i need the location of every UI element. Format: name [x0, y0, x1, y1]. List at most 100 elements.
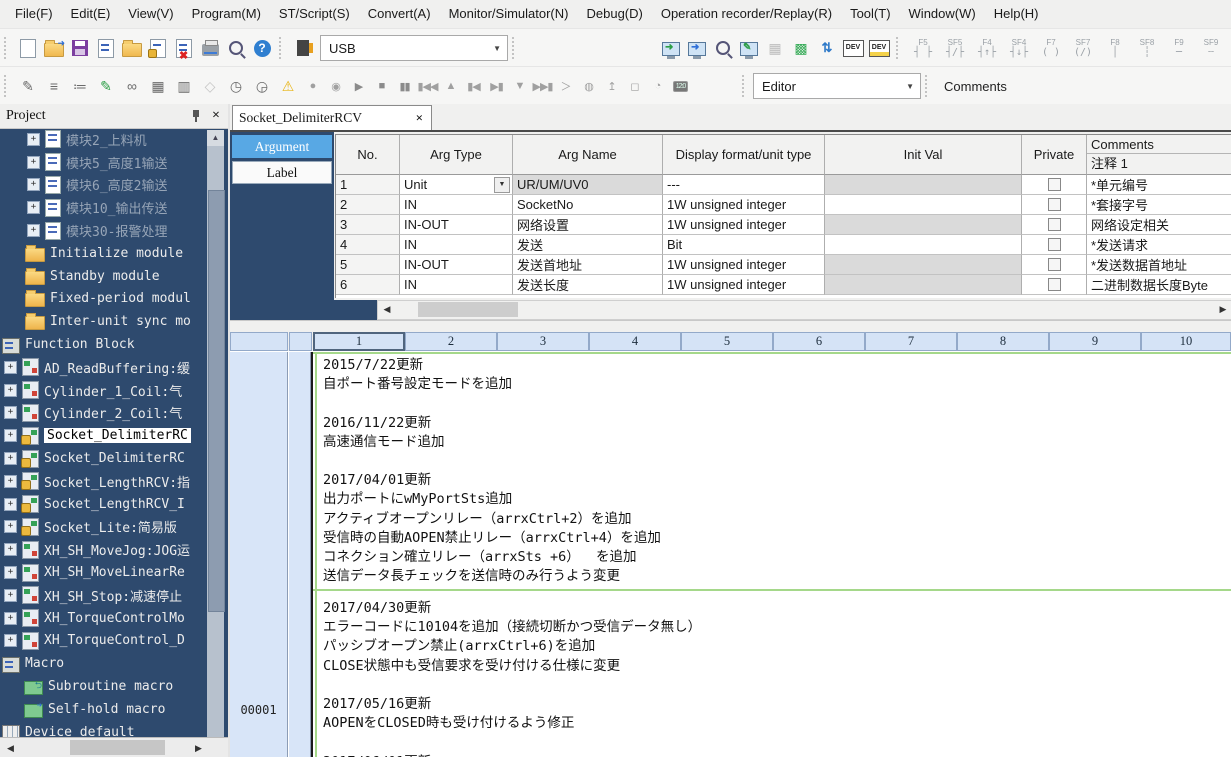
ruler-column-2[interactable]: 2	[405, 332, 497, 351]
arg-type-cell[interactable]: IN-OUT	[400, 215, 513, 235]
display-format-cell[interactable]: 1W unsigned integer	[663, 255, 825, 275]
arg-name-cell[interactable]: SocketNo	[513, 195, 663, 215]
record-button[interactable]: ●	[301, 74, 324, 98]
tree-item-cylinder-2-coil[interactable]: +Cylinder_2_Coil:气	[0, 402, 204, 425]
tree-item-inter-unit-sync-module[interactable]: Inter-unit sync mo	[0, 310, 204, 333]
scrollbar-thumb[interactable]	[418, 302, 518, 317]
expand-icon[interactable]: +	[4, 406, 17, 419]
scroll-right-icon[interactable]: ▶	[190, 740, 207, 756]
plc-connection-icon[interactable]	[291, 36, 315, 60]
chevron-down-icon[interactable]: ▼	[494, 177, 510, 193]
menu-file[interactable]: File(F)	[6, 0, 62, 28]
expand-icon[interactable]: +	[4, 498, 17, 511]
row-number-cell[interactable]: 6	[336, 275, 400, 295]
open-ladder-button[interactable]	[120, 36, 144, 60]
tree-item-xh-torquecontrolmo[interactable]: +XH_TorqueControlMo	[0, 607, 204, 630]
watch-document-button[interactable]: ◶	[250, 74, 274, 98]
tree-item-socket-lengthrcv[interactable]: +Socket_LengthRCV:指	[0, 470, 204, 493]
connection-destination-select[interactable]: USB▼	[320, 35, 508, 61]
expand-icon[interactable]: +	[4, 384, 17, 397]
comment-cell[interactable]: *发送数据首地址	[1087, 255, 1231, 275]
project-horizontal-scrollbar[interactable]: ◀ ▶	[0, 737, 228, 757]
delete-document-button[interactable]	[172, 36, 196, 60]
monitor-glasses-button[interactable]: ∞	[120, 74, 144, 98]
open-project-button[interactable]	[42, 36, 66, 60]
delete-horizontal-line-button[interactable]: SF9┄	[1196, 34, 1226, 62]
step-up-button[interactable]: ▲	[439, 74, 462, 98]
expand-icon[interactable]: +	[27, 224, 40, 237]
private-checkbox[interactable]	[1048, 238, 1061, 251]
arg-type-cell[interactable]: IN	[400, 275, 513, 295]
arg-name-cell[interactable]: UR/UM/UV0	[513, 175, 663, 195]
tab-socket-delimiterrcv[interactable]: Socket_DelimiterRCV ×	[232, 105, 432, 130]
ruler-column-3[interactable]: 3	[497, 332, 589, 351]
version-comment-block[interactable]: 2017/04/30更新 エラーコードに10104を追加（接続切断かつ受信データ…	[323, 599, 701, 757]
expand-icon[interactable]: +	[4, 429, 17, 442]
ruler-column-6[interactable]: 6	[773, 332, 865, 351]
expand-icon[interactable]: +	[4, 475, 17, 488]
vertical-line-button[interactable]: F8│	[1100, 34, 1130, 62]
menu-program[interactable]: Program(M)	[183, 0, 270, 28]
timer-button[interactable]: ◔	[646, 74, 669, 98]
expand-icon[interactable]: +	[4, 543, 17, 556]
menu-debug[interactable]: Debug(D)	[577, 0, 651, 28]
tree-item-socket-delimiterrcv-2[interactable]: +Socket_DelimiterRC	[0, 447, 204, 470]
tree-item-function-block[interactable]: Function Block	[0, 333, 204, 356]
expand-icon[interactable]: +	[4, 566, 17, 579]
scroll-left-icon[interactable]: ◀	[379, 302, 395, 317]
expand-icon[interactable]: +	[27, 156, 40, 169]
tree-item-xh-sh-movelinear[interactable]: +XH_SH_MoveLinearRe	[0, 561, 204, 584]
step-down-button[interactable]: ▼	[508, 74, 531, 98]
private-checkbox[interactable]	[1048, 218, 1061, 231]
scroll-left-icon[interactable]: ◀	[2, 740, 19, 756]
menu-monitor-simulator[interactable]: Monitor/Simulator(N)	[440, 0, 578, 28]
new-project-button[interactable]	[16, 36, 40, 60]
device-keyboard-monitor-button[interactable]: ▩	[789, 36, 813, 60]
row-number-cell[interactable]: 2	[336, 195, 400, 215]
row-number-cell[interactable]: 4	[336, 235, 400, 255]
device-batch-monitor-button[interactable]: ▥	[172, 74, 196, 98]
delete-vertical-line-button[interactable]: SF8┆	[1132, 34, 1162, 62]
hand-pause-button[interactable]: ↥	[600, 74, 623, 98]
tree-item-xh-sh-stop[interactable]: +XH_SH_Stop:减速停止	[0, 584, 204, 607]
row-number-cell[interactable]: 1	[336, 175, 400, 195]
convert-transfer-button[interactable]: ⇅	[815, 36, 839, 60]
expand-icon[interactable]: +	[27, 201, 40, 214]
private-checkbox[interactable]	[1048, 258, 1061, 271]
tree-item-fixed-period-module[interactable]: Fixed-period modul	[0, 288, 204, 311]
tree-item-macro[interactable]: Macro	[0, 652, 204, 675]
step-back-button[interactable]: ▮◀	[462, 74, 485, 98]
tree-item-socket-lengthrcv-i[interactable]: +Socket_LengthRCV_I	[0, 493, 204, 516]
display-format-cell[interactable]: 1W unsigned integer	[663, 275, 825, 295]
scroll-up-icon[interactable]: ▲	[207, 130, 224, 146]
coil-button[interactable]: F7( )	[1036, 34, 1066, 62]
private-checkbox[interactable]	[1048, 198, 1061, 211]
expand-icon[interactable]: +	[4, 612, 17, 625]
run-to-button[interactable]: ＞	[554, 74, 577, 98]
menu-edit[interactable]: Edit(E)	[62, 0, 120, 28]
menu-convert[interactable]: Convert(A)	[359, 0, 440, 28]
arg-name-cell[interactable]: 发送首地址	[513, 255, 663, 275]
marker-button[interactable]: ◍	[577, 74, 600, 98]
display-format-cell[interactable]: 1W unsigned integer	[663, 195, 825, 215]
read-from-plc-button[interactable]: ➜	[685, 36, 709, 60]
tree-item-standby-module[interactable]: Standby module	[0, 265, 204, 288]
statement-list-button[interactable]: ≡	[42, 74, 66, 98]
tree-item-module6[interactable]: +模块6_高度2输送	[0, 174, 204, 197]
editor-mode-select[interactable]: Editor▼	[753, 73, 921, 99]
tree-item-module10[interactable]: +模块10_输出传送	[0, 196, 204, 219]
tree-item-module5[interactable]: +模块5_高度1输送	[0, 151, 204, 174]
menu-view[interactable]: View(V)	[119, 0, 182, 28]
tree-item-self-hold-macro[interactable]: Self-hold macro	[0, 698, 204, 721]
arg-name-cell[interactable]: 发送长度	[513, 275, 663, 295]
tree-item-initialize-module[interactable]: Initialize module	[0, 242, 204, 265]
arg-name-cell[interactable]: 发送	[513, 235, 663, 255]
circuit-monitor-button[interactable]: ▦	[146, 74, 170, 98]
tab-label[interactable]: Label	[232, 161, 332, 184]
init-val-cell[interactable]	[825, 235, 1022, 255]
ladder-editor-canvas[interactable]: 00001 2015/7/22更新 自ポート番号設定モードを追加 2016/11…	[230, 351, 1231, 757]
tree-item-xh-torquecontrol-d[interactable]: +XH_TorqueControl_D	[0, 630, 204, 653]
display-format-cell[interactable]: 1W unsigned integer	[663, 215, 825, 235]
scrollbar-thumb[interactable]	[70, 740, 165, 755]
note-list-button[interactable]: ≔	[68, 74, 92, 98]
